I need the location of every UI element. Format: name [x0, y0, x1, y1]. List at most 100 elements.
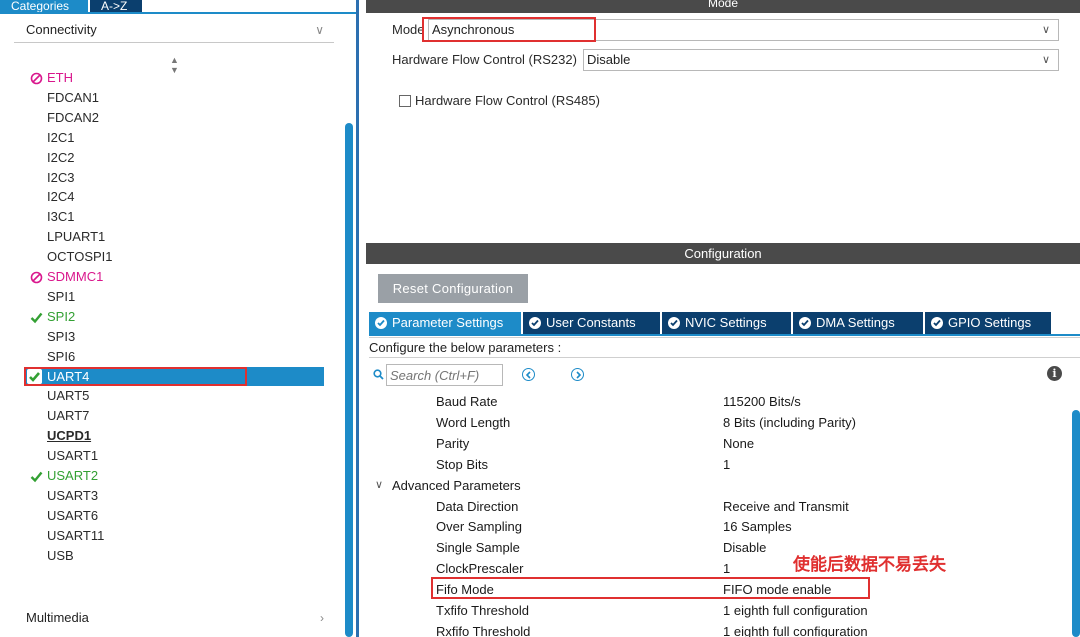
chevron-down-icon: ∨ [315, 23, 324, 37]
peripheral-i2c3[interactable]: I2C3 [47, 168, 74, 188]
parameter-scrollbar[interactable] [1072, 410, 1080, 637]
search-input[interactable] [386, 364, 503, 386]
flow485-checkbox[interactable] [399, 95, 411, 107]
peripheral-usart11[interactable]: USART11 [47, 526, 104, 546]
parameter-row[interactable]: Rxfifo Threshold 1 eighth full configurat… [366, 621, 1071, 637]
peripheral-label: UCPD1 [47, 428, 92, 443]
group-multimedia[interactable]: Multimedia › [14, 605, 334, 631]
highlight-box [422, 17, 596, 42]
parameter-value[interactable]: None [723, 433, 754, 454]
chevron-down-icon[interactable]: ∨ [375, 475, 383, 496]
configuration-panel: Mode Mode Asynchronous ∨ Hardware Flow C… [366, 0, 1080, 637]
peripheral-sdmmc1[interactable]: SDMMC1 [30, 267, 103, 287]
info-icon[interactable]: i [1047, 366, 1062, 381]
parameter-name: Txfifo Threshold [436, 603, 529, 618]
tab-user-constants[interactable]: User Constants [523, 312, 660, 334]
tab-dma-settings[interactable]: DMA Settings [793, 312, 923, 334]
peripheral-ucpd1[interactable]: UCPD1 [47, 426, 91, 446]
peripheral-i2c1[interactable]: I2C1 [47, 128, 74, 148]
peripheral-fdcan1[interactable]: FDCAN1 [47, 88, 99, 108]
tab-user-constants-label: User Constants [546, 315, 636, 330]
tabs-underline [369, 334, 1080, 336]
parameter-value[interactable]: Receive and Transmit [723, 496, 849, 517]
peripheral-label: USART3 [47, 488, 99, 503]
parameter-value[interactable]: 1 eighth full configuration [723, 600, 868, 621]
parameter-value[interactable]: Disable [723, 537, 766, 558]
parameter-name: Over Sampling [436, 519, 522, 534]
parameter-value[interactable]: 16 Samples [723, 516, 792, 537]
search-previous-icon[interactable] [522, 368, 535, 381]
peripheral-label: ETH [47, 70, 73, 85]
peripheral-octospi1[interactable]: OCTOSPI1 [47, 247, 113, 267]
peripheral-label: USB [47, 548, 74, 563]
tab-nvic-settings[interactable]: NVIC Settings [662, 312, 791, 334]
parameter-value[interactable]: 1 [723, 454, 730, 475]
tab-nvic-settings-label: NVIC Settings [685, 315, 767, 330]
group-connectivity[interactable]: Connectivity ∨ [14, 17, 334, 43]
peripheral-usart2[interactable]: USART2 [30, 466, 99, 486]
peripheral-i3c1[interactable]: I3C1 [47, 207, 74, 227]
check-circle-icon [931, 317, 943, 329]
peripheral-eth[interactable]: ETH [30, 68, 73, 88]
chevron-down-icon: ∨ [1041, 24, 1050, 36]
check-circle-icon [529, 317, 541, 329]
parameter-row[interactable]: Word Length 8 Bits (including Parity) [366, 412, 1071, 433]
flow232-select-value: Disable [587, 52, 631, 67]
parameter-row[interactable]: Parity None [366, 433, 1071, 454]
group-multimedia-label: Multimedia [26, 610, 89, 625]
tab-dma-settings-label: DMA Settings [816, 315, 895, 330]
mode-label: Mode [392, 22, 425, 37]
parameter-value[interactable]: 8 Bits (including Parity) [723, 412, 856, 433]
peripheral-label: UART5 [47, 388, 90, 403]
peripheral-lpuart1[interactable]: LPUART1 [47, 227, 105, 247]
peripheral-uart5[interactable]: UART5 [47, 386, 89, 406]
parameter-name: Data Direction [436, 499, 519, 514]
peripheral-label: USART6 [47, 508, 99, 523]
peripheral-label: I2C3 [47, 170, 75, 185]
peripheral-label: SPI3 [47, 329, 76, 344]
check-icon [28, 466, 44, 489]
flow232-select[interactable]: Disable ∨ [583, 49, 1059, 71]
peripheral-usart3[interactable]: USART3 [47, 486, 98, 506]
parameter-value[interactable]: 1 [723, 558, 730, 579]
parameter-row[interactable]: Single Sample Disable [366, 537, 1071, 558]
configuration-header: Configuration [366, 243, 1080, 264]
parameter-group-row[interactable]: ∨ Advanced Parameters [366, 475, 1071, 496]
tab-gpio-settings[interactable]: GPIO Settings [925, 312, 1051, 334]
peripheral-label: USART2 [47, 468, 99, 483]
peripheral-spi2[interactable]: SPI2 [30, 307, 75, 327]
parameter-row[interactable]: Baud Rate 115200 Bits/s [366, 391, 1071, 412]
parameter-row[interactable]: Data Direction Receive and Transmit [366, 496, 1071, 517]
parameter-name: Single Sample [436, 540, 520, 555]
peripheral-usart1[interactable]: USART1 [47, 446, 98, 466]
parameter-value[interactable]: 115200 Bits/s [723, 391, 801, 412]
peripheral-label: FDCAN1 [47, 90, 100, 105]
peripheral-label: I2C2 [47, 150, 75, 165]
parameter-name: Parity [436, 436, 470, 451]
parameter-row[interactable]: Over Sampling 16 Samples [366, 516, 1071, 537]
left-scrollbar[interactable] [345, 123, 353, 637]
parameter-row[interactable]: ClockPrescaler 1 [366, 558, 1071, 579]
peripheral-usart6[interactable]: USART6 [47, 506, 98, 526]
tab-underline [0, 12, 359, 14]
prohibited-icon [28, 68, 44, 91]
peripheral-spi3[interactable]: SPI3 [47, 327, 75, 347]
peripheral-uart7[interactable]: UART7 [47, 406, 89, 426]
check-circle-icon [799, 317, 811, 329]
parameter-row[interactable]: Stop Bits 1 [366, 454, 1071, 475]
peripheral-spi6[interactable]: SPI6 [47, 347, 75, 367]
mode-header-label: Mode [707, 0, 739, 10]
tab-gpio-settings-label: GPIO Settings [948, 315, 1032, 330]
search-next-icon[interactable] [571, 368, 584, 381]
peripheral-i2c4[interactable]: I2C4 [47, 187, 74, 207]
peripheral-usb[interactable]: USB [47, 546, 74, 566]
peripheral-i2c2[interactable]: I2C2 [47, 148, 74, 168]
parameter-row[interactable]: Txfifo Threshold 1 eighth full configurat… [366, 600, 1071, 621]
reset-configuration-button[interactable]: Reset Configuration [378, 274, 528, 303]
tab-parameter-settings-label: Parameter Settings [392, 315, 504, 330]
peripheral-spi1[interactable]: SPI1 [47, 287, 75, 307]
sort-icon[interactable]: ▲ ▼ [170, 55, 179, 75]
peripheral-fdcan2[interactable]: FDCAN2 [47, 108, 99, 128]
parameter-value[interactable]: 1 eighth full configuration [723, 621, 868, 637]
tab-parameter-settings[interactable]: Parameter Settings [369, 312, 521, 334]
